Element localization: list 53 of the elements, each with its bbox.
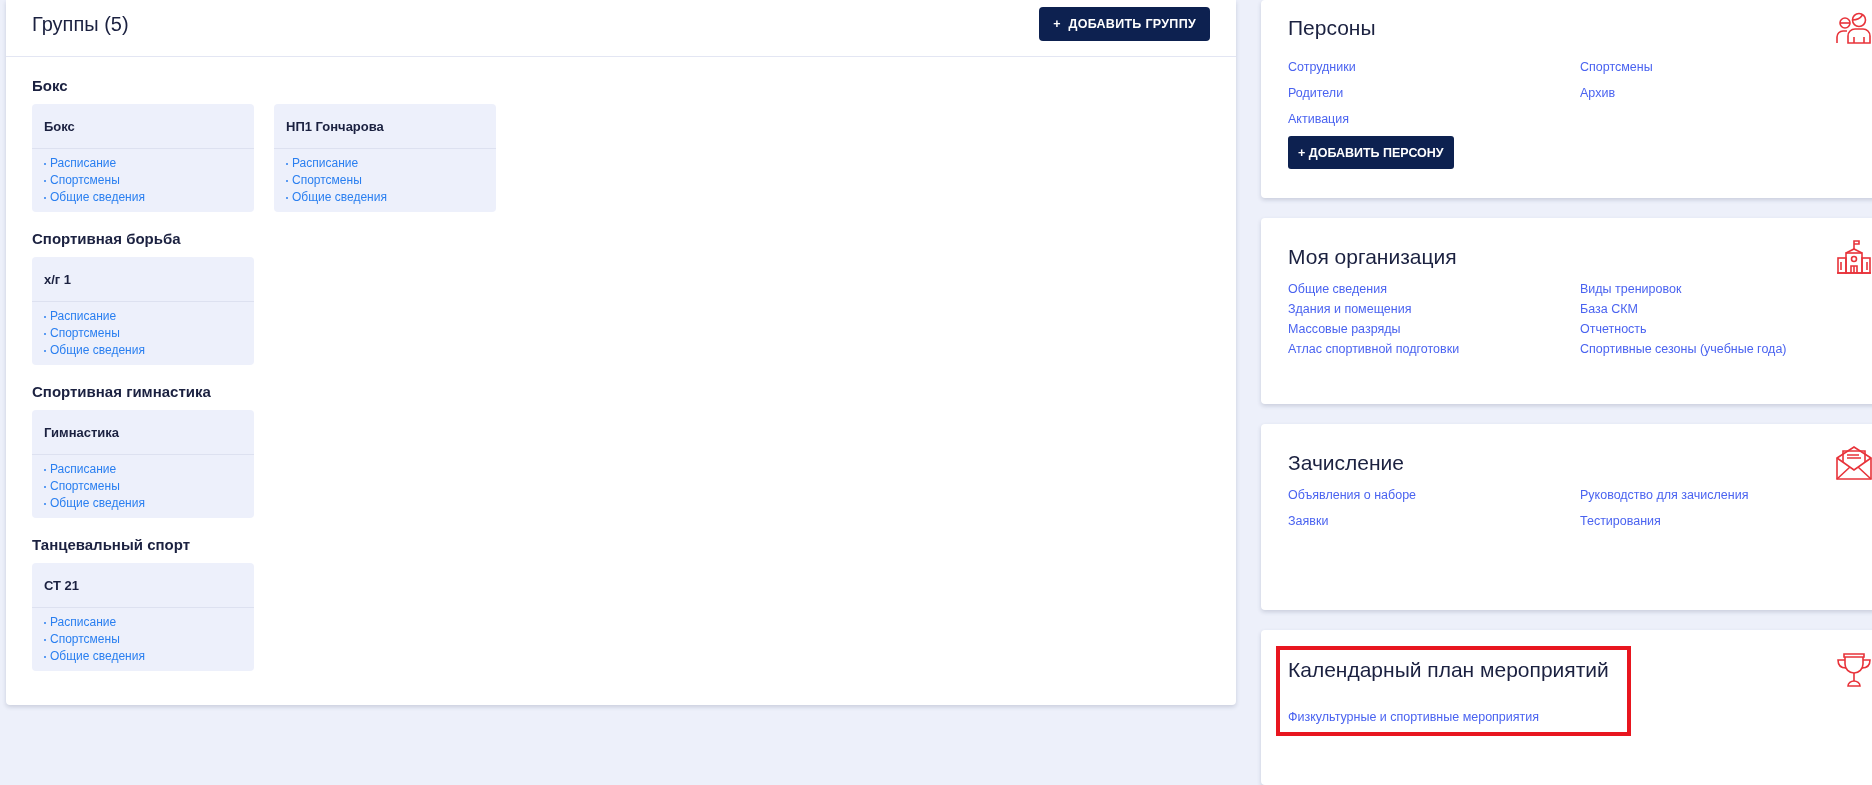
section-link[interactable]: Сотрудники [1288, 60, 1356, 74]
section-link[interactable]: Объявления о наборе [1288, 487, 1417, 502]
add-group-button[interactable]: + ДОБАВИТЬ ГРУППУ [1039, 7, 1210, 41]
category-heading: Спортивная борьба [32, 230, 182, 247]
trophy-icon [1836, 652, 1872, 689]
section-link[interactable]: Виды тренировок [1580, 281, 1682, 296]
section-title: Календарный план мероприятий [1288, 658, 1609, 683]
section-link[interactable]: База СКМ [1580, 301, 1638, 316]
group-link[interactable]: Расписание [44, 308, 117, 325]
group-link[interactable]: Расписание [44, 155, 117, 172]
group-link[interactable]: Спортсмены [286, 172, 362, 189]
section-link[interactable]: Отчетность [1580, 321, 1647, 336]
section-link[interactable]: Руководство для зачисления [1580, 487, 1749, 502]
envelope-icon [1836, 445, 1872, 480]
section-link[interactable]: Активация [1288, 112, 1350, 126]
group-name: НП1 Гончарова [274, 104, 496, 149]
building-icon [1836, 239, 1872, 274]
people-icon [1836, 12, 1872, 44]
add-person-button[interactable]: + ДОБАВИТЬ ПЕРСОНУ [1288, 136, 1454, 169]
group-link[interactable]: Расписание [44, 614, 117, 631]
section-title: Зачисление [1288, 450, 1404, 475]
group-name: Гимнастика [32, 410, 254, 455]
section-link[interactable]: Здания и помещения [1288, 301, 1412, 316]
category-heading: Танцевальный спорт [32, 536, 191, 553]
category-heading: Спортивная гимнастика [32, 383, 212, 400]
group-link[interactable]: Расписание [286, 155, 359, 172]
group-link[interactable]: Общие сведения [44, 342, 145, 359]
section-link[interactable]: Заявки [1288, 513, 1329, 528]
group-name: СТ 21 [32, 563, 254, 608]
group-link[interactable]: Спортсмены [44, 631, 120, 648]
group-link[interactable]: Общие сведения [286, 189, 387, 206]
group-link[interactable]: Общие сведения [44, 495, 145, 512]
group-name: Бокс [32, 104, 254, 149]
section-title: Моя организация [1288, 244, 1457, 269]
group-link[interactable]: Общие сведения [44, 189, 145, 206]
section-link[interactable]: Родители [1288, 86, 1344, 100]
group-name: х/г 1 [32, 257, 254, 302]
section-link[interactable]: Общие сведения [1288, 281, 1387, 296]
group-link[interactable]: Спортсмены [44, 172, 120, 189]
category-heading: Бокс [32, 77, 69, 94]
section-link[interactable]: Спортсмены [1580, 60, 1653, 74]
group-link[interactable]: Спортсмены [44, 325, 120, 342]
group-link[interactable]: Расписание [44, 461, 117, 478]
section-title: Персоны [1288, 16, 1376, 40]
section-link[interactable]: Спортивные сезоны (учебные года) [1580, 341, 1787, 356]
section-link[interactable]: Физкультурные и спортивные мероприятия [1288, 710, 1540, 725]
section-link[interactable]: Атлас спортивной подготовки [1288, 341, 1460, 356]
section-link[interactable]: Архив [1580, 86, 1616, 100]
panel-title: Группы (5) [32, 12, 129, 36]
section-link[interactable]: Тестирования [1580, 513, 1661, 528]
group-link[interactable]: Спортсмены [44, 478, 120, 495]
group-link[interactable]: Общие сведения [44, 648, 145, 665]
section-link[interactable]: Массовые разряды [1288, 321, 1401, 336]
